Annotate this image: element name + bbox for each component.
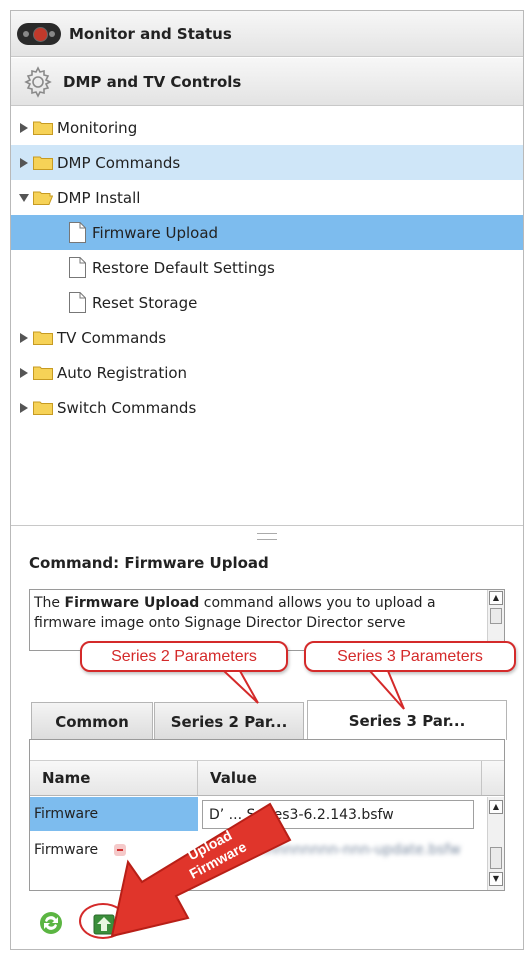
scroll-down-button[interactable]: ▼ xyxy=(489,872,503,886)
collapsed-arrow-icon xyxy=(20,402,28,413)
tree-item-label: Reset Storage xyxy=(92,293,198,312)
tree-item-reset-storage[interactable]: Reset Storage xyxy=(11,285,523,320)
description-command-name: Firmware Upload xyxy=(64,595,200,611)
command-title: Command: Firmware Upload xyxy=(29,554,269,572)
tree-item-tv-commands[interactable]: TV Commands xyxy=(11,320,523,355)
document-icon xyxy=(69,222,86,243)
tree-item-label: Monitoring xyxy=(57,118,138,137)
callout-pointer-icon xyxy=(221,670,259,704)
tree-item-monitoring[interactable]: Monitoring xyxy=(11,110,523,145)
monitor-status-icon xyxy=(17,22,61,45)
tree-item-restore-default-settings[interactable]: Restore Default Settings xyxy=(11,250,523,285)
series-2-callout: Series 2 Parameters xyxy=(80,641,288,672)
tree-item-firmware-upload[interactable]: Firmware Upload xyxy=(11,215,523,250)
tree-item-dmp-install[interactable]: DMP Install xyxy=(11,180,523,215)
collapsed-arrow-icon xyxy=(20,332,28,343)
refresh-icon[interactable] xyxy=(37,909,65,937)
tree-item-switch-commands[interactable]: Switch Commands xyxy=(11,390,523,425)
collapsed-arrow-icon xyxy=(20,122,28,133)
expanded-arrow-icon xyxy=(19,193,29,202)
grid-scrollbar[interactable]: ▲ ▼ xyxy=(487,797,504,890)
gear-icon xyxy=(24,65,52,98)
tree-item-label: Auto Registration xyxy=(57,363,188,382)
tree-item-label: DMP Install xyxy=(57,188,141,207)
scroll-thumb[interactable] xyxy=(490,608,502,624)
folder-icon xyxy=(33,331,53,345)
callout-pointer-icon xyxy=(367,670,405,710)
resize-handle[interactable] xyxy=(257,533,277,540)
tree-item-dmp-commands[interactable]: DMP Commands xyxy=(11,145,523,180)
dmp-tv-controls-title: DMP and TV Controls xyxy=(63,72,242,91)
open-folder-icon xyxy=(33,191,53,205)
series-3-callout: Series 3 Parameters xyxy=(304,641,516,672)
tree-item-label: Firmware Upload xyxy=(92,223,219,242)
tab-common[interactable]: Common xyxy=(31,702,153,740)
dmp-tv-controls-header[interactable]: DMP and TV Controls xyxy=(11,58,523,106)
tree-item-label: TV Commands xyxy=(57,328,167,347)
tree-item-label: Restore Default Settings xyxy=(92,258,275,277)
document-icon xyxy=(69,292,86,313)
tab-series-2-parameters[interactable]: Series 2 Par... xyxy=(154,702,304,740)
command-tree: Monitoring DMP Commands DMP Install Firm… xyxy=(11,108,523,526)
folder-icon xyxy=(33,156,53,170)
document-icon xyxy=(69,257,86,278)
scroll-up-button[interactable]: ▲ xyxy=(489,800,503,814)
scroll-up-button[interactable]: ▲ xyxy=(489,591,503,605)
collapsed-arrow-icon xyxy=(20,367,28,378)
folder-icon xyxy=(33,121,53,135)
folder-icon xyxy=(33,401,53,415)
monitor-status-title: Monitor and Status xyxy=(69,24,232,43)
tree-item-label: Switch Commands xyxy=(57,398,197,417)
tree-item-auto-registration[interactable]: Auto Registration xyxy=(11,355,523,390)
scroll-thumb[interactable] xyxy=(490,847,502,869)
monitor-status-header[interactable]: Monitor and Status xyxy=(11,11,523,57)
tree-item-label: DMP Commands xyxy=(57,153,181,172)
folder-icon xyxy=(33,366,53,380)
collapsed-arrow-icon xyxy=(20,157,28,168)
command-description: The Firmware Upload command allows you t… xyxy=(34,595,436,631)
